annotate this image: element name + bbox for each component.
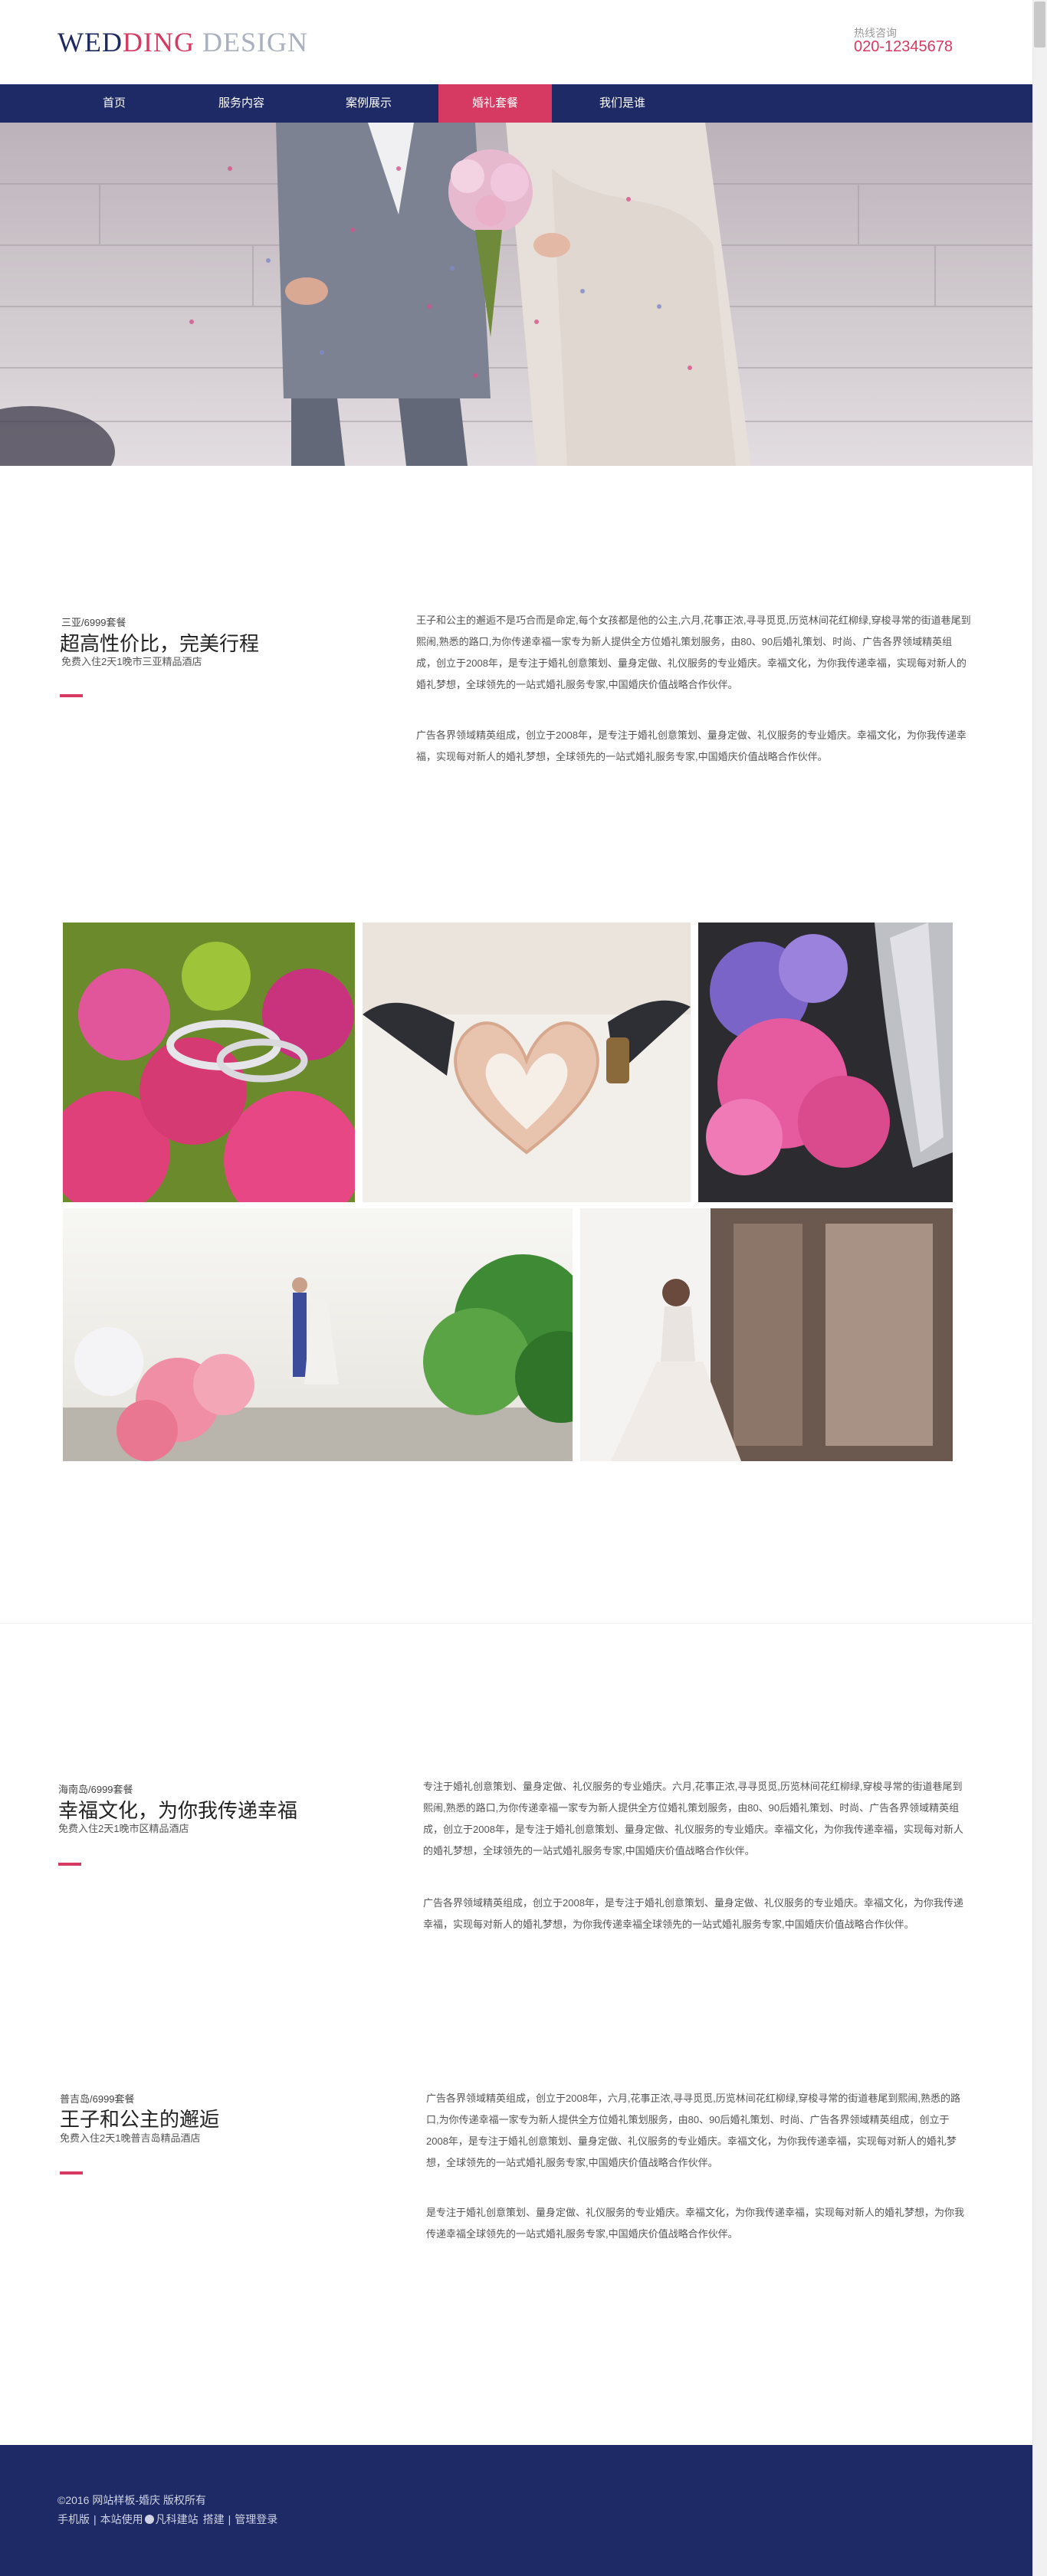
nav-item-services[interactable]: 服务内容 <box>185 84 298 123</box>
footer: ©2016 网站样板-婚庆 版权所有 手机版 | 本站使用 凡科建站 搭建 | 管理登录 <box>0 2445 1032 2576</box>
section2-paragraph-2: 广告各界领域精英组成，创立于2008年，是专注于婚礼创意策划、量身定做、礼仪服务… <box>423 1897 963 1930</box>
footer-link-admin-login[interactable]: 管理登录 <box>235 2513 277 2525</box>
section1-accent-bar <box>60 694 83 697</box>
section2-accent-bar <box>58 1863 81 1866</box>
nav-item-packages[interactable]: 婚礼套餐 <box>438 84 552 123</box>
section2-title: 幸福文化，为你我传递幸福 <box>58 1799 298 1822</box>
footer-link-fanke[interactable]: 凡科建站 <box>156 2513 199 2525</box>
logo-part-design: DESIGN <box>194 27 308 57</box>
section1-subtitle: 三亚/6999套餐 <box>61 617 126 628</box>
page: WEDDING DESIGN 热线咨询 020-12345678 首页 服务内容… <box>0 0 1032 2576</box>
footer-separator: | <box>94 2513 97 2525</box>
section1-title: 超高性价比，完美行程 <box>60 632 260 655</box>
scrollbar-thumb[interactable] <box>1034 2 1045 48</box>
footer-copyright: ©2016 网站样板-婚庆 版权所有 <box>57 2494 206 2506</box>
section3-note: 免费入住2天1晚普吉岛精品酒店 <box>60 2132 201 2144</box>
nav-item-home[interactable]: 首页 <box>57 84 171 123</box>
footer-text-build: 搭建 <box>202 2513 225 2525</box>
section3-paragraph-2: 是专注于婚礼创意策划、量身定做、礼仪服务的专业婚庆。幸福文化，为你我传递幸福，实… <box>426 2207 965 2240</box>
main-nav: 首页 服务内容 案例展示 婚礼套餐 我们是谁 <box>0 84 1032 123</box>
section2-note: 免费入住2天1晚市区精品酒店 <box>58 1823 189 1834</box>
section1-paragraph-2: 广告各界领域精英组成，创立于2008年，是专注于婚礼创意策划、量身定做、礼仪服务… <box>416 729 967 762</box>
footer-separator: | <box>228 2513 231 2525</box>
section3-title: 王子和公主的邂逅 <box>60 2108 220 2131</box>
gallery-photo-rings-flowers <box>63 923 355 1202</box>
nav-item-cases[interactable]: 案例展示 <box>312 84 425 123</box>
footer-link-mobile[interactable]: 手机版 <box>57 2513 90 2525</box>
hotline-phone: 020-12345678 <box>854 38 953 55</box>
nav-item-about[interactable]: 我们是谁 <box>566 84 679 123</box>
footer-links: 手机版 | 本站使用 凡科建站 搭建 | 管理登录 <box>57 2512 277 2527</box>
gallery-photo-bride-window <box>580 1208 953 1461</box>
hero-banner-image <box>0 123 1032 466</box>
gallery-photo-couple-outdoor <box>63 1208 573 1461</box>
logo-part-wed: WED <box>57 27 123 57</box>
section1-paragraph-1: 王子和公主的邂逅不是巧合而是命定,每个女孩都是他的公主,六月,花事正浓,寻寻觅觅… <box>416 615 971 690</box>
fanke-logo-icon <box>144 2515 154 2524</box>
section2-subtitle: 海南岛/6999套餐 <box>58 1784 133 1795</box>
section-divider <box>0 1623 1032 1624</box>
section3-accent-bar <box>60 2171 83 2175</box>
section2-paragraph-1: 专注于婚礼创意策划、量身定做、礼仪服务的专业婚庆。六月,花事正浓,寻寻觅觅,历览… <box>423 1781 963 1857</box>
section1-note: 免费入住2天1晚市三亚精品酒店 <box>61 656 202 667</box>
footer-text-powered: 本站使用 <box>100 2513 143 2525</box>
gallery-photo-heart-hands <box>363 923 691 1202</box>
gallery-photo-flower-bouquet <box>698 923 953 1202</box>
section3-paragraph-1: 广告各界领域精英组成，创立于2008年，六月,花事正浓,寻寻觅觅,历览林间花红柳… <box>426 2093 960 2168</box>
page-scrollbar[interactable] <box>1032 0 1047 2576</box>
site-logo[interactable]: WEDDING DESIGN <box>57 26 308 58</box>
logo-part-ding: DING <box>122 27 195 57</box>
header: WEDDING DESIGN 热线咨询 020-12345678 <box>0 0 1032 84</box>
